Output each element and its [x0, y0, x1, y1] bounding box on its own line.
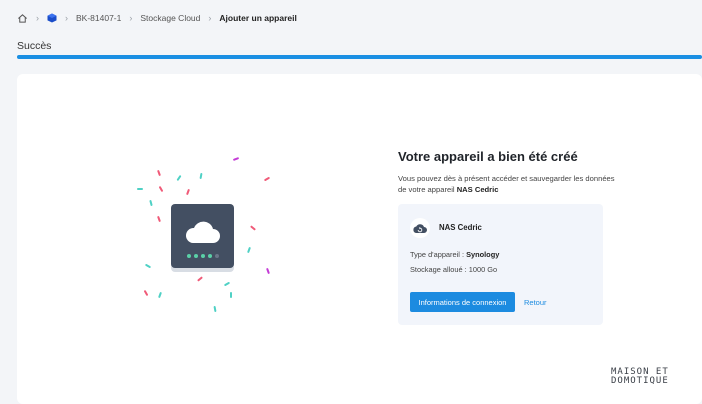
back-link[interactable]: Retour — [524, 292, 547, 312]
watermark-logo: MAISON ET DOMOTIQUE — [611, 368, 669, 386]
device-avatar — [410, 218, 430, 238]
breadcrumb-item-site[interactable]: BK-81407-1 — [76, 13, 121, 23]
cloud-icon — [185, 221, 220, 243]
breadcrumb: › › BK-81407-1 › Stockage Cloud › Ajoute… — [0, 13, 297, 24]
chevron-right-icon: › — [36, 13, 39, 23]
breadcrumb-current: Ajouter un appareil — [219, 13, 297, 23]
home-icon[interactable] — [17, 13, 28, 24]
sync-cloud-icon — [413, 223, 427, 233]
chevron-right-icon: › — [129, 13, 133, 23]
success-heading: Votre appareil a bien été créé — [398, 149, 578, 164]
device-type-row: Type d'appareil : Synology — [410, 250, 499, 259]
device-storage-value: 1000 Go — [468, 265, 498, 274]
device-type-label: Type d'appareil : — [410, 250, 467, 259]
description-text: Vous pouvez dès à présent accéder et sau… — [398, 174, 615, 194]
led-indicator — [215, 254, 219, 258]
cube-icon[interactable] — [47, 13, 57, 23]
led-indicator — [208, 254, 212, 258]
device-storage-row: Stockage alloué : 1000 Go — [410, 265, 497, 274]
watermark-line-2: DOMOTIQUE — [611, 376, 669, 386]
led-indicator — [201, 254, 205, 258]
success-description: Vous pouvez dès à présent accéder et sau… — [398, 173, 618, 195]
confetti-piece — [137, 188, 143, 190]
status-leds — [187, 254, 219, 258]
description-device-name: NAS Cedric — [456, 185, 499, 194]
progress-bar — [17, 55, 702, 59]
chevron-right-icon: › — [65, 13, 68, 23]
device-type-value: Synology — [466, 250, 500, 259]
connection-info-button[interactable]: Informations de connexion — [410, 292, 515, 312]
page-title: Succès — [17, 40, 52, 52]
device-storage-label: Stockage alloué : — [410, 265, 469, 274]
led-indicator — [187, 254, 191, 258]
breadcrumb-item-cloud-storage[interactable]: Stockage Cloud — [140, 13, 200, 23]
device-name: NAS Cedric — [439, 223, 482, 232]
breadcrumb-bar: › › BK-81407-1 › Stockage Cloud › Ajoute… — [0, 0, 702, 36]
led-indicator — [194, 254, 198, 258]
confetti-piece — [230, 292, 232, 298]
chevron-right-icon: › — [208, 13, 212, 23]
